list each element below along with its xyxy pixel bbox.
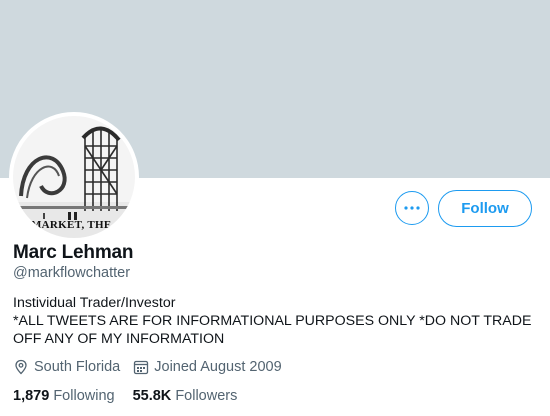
profile-handle: @markflowchatter xyxy=(13,265,131,281)
location-item: South Florida xyxy=(13,359,120,375)
profile-stats: 1,879 Following 55.8K Followers xyxy=(13,388,255,404)
followers-label: Followers xyxy=(175,388,238,404)
profile-avatar[interactable]: MARKET, THE xyxy=(9,112,139,242)
profile-meta: South Florida Joined August 2009 xyxy=(13,359,295,375)
follow-button[interactable]: Follow xyxy=(438,190,532,227)
more-options-button[interactable] xyxy=(395,191,429,225)
location-text: South Florida xyxy=(34,359,121,375)
followers-link[interactable]: 55.8K Followers xyxy=(133,388,238,404)
following-count: 1,879 xyxy=(13,388,50,404)
joined-text: Joined August 2009 xyxy=(154,359,282,375)
calendar-icon xyxy=(133,359,149,375)
profile-bio: Instividual Trader/Investor *ALL TWEETS … xyxy=(13,295,532,347)
more-dots-icon xyxy=(404,206,420,210)
avatar-caption: MARKET, THE xyxy=(31,219,112,231)
profile-name: Marc Lehman xyxy=(13,242,134,263)
location-pin-icon xyxy=(13,359,29,375)
following-link[interactable]: 1,879 Following xyxy=(13,388,115,404)
following-label: Following xyxy=(53,388,115,404)
joined-item: Joined August 2009 xyxy=(133,359,282,375)
followers-count: 55.8K xyxy=(132,388,172,404)
